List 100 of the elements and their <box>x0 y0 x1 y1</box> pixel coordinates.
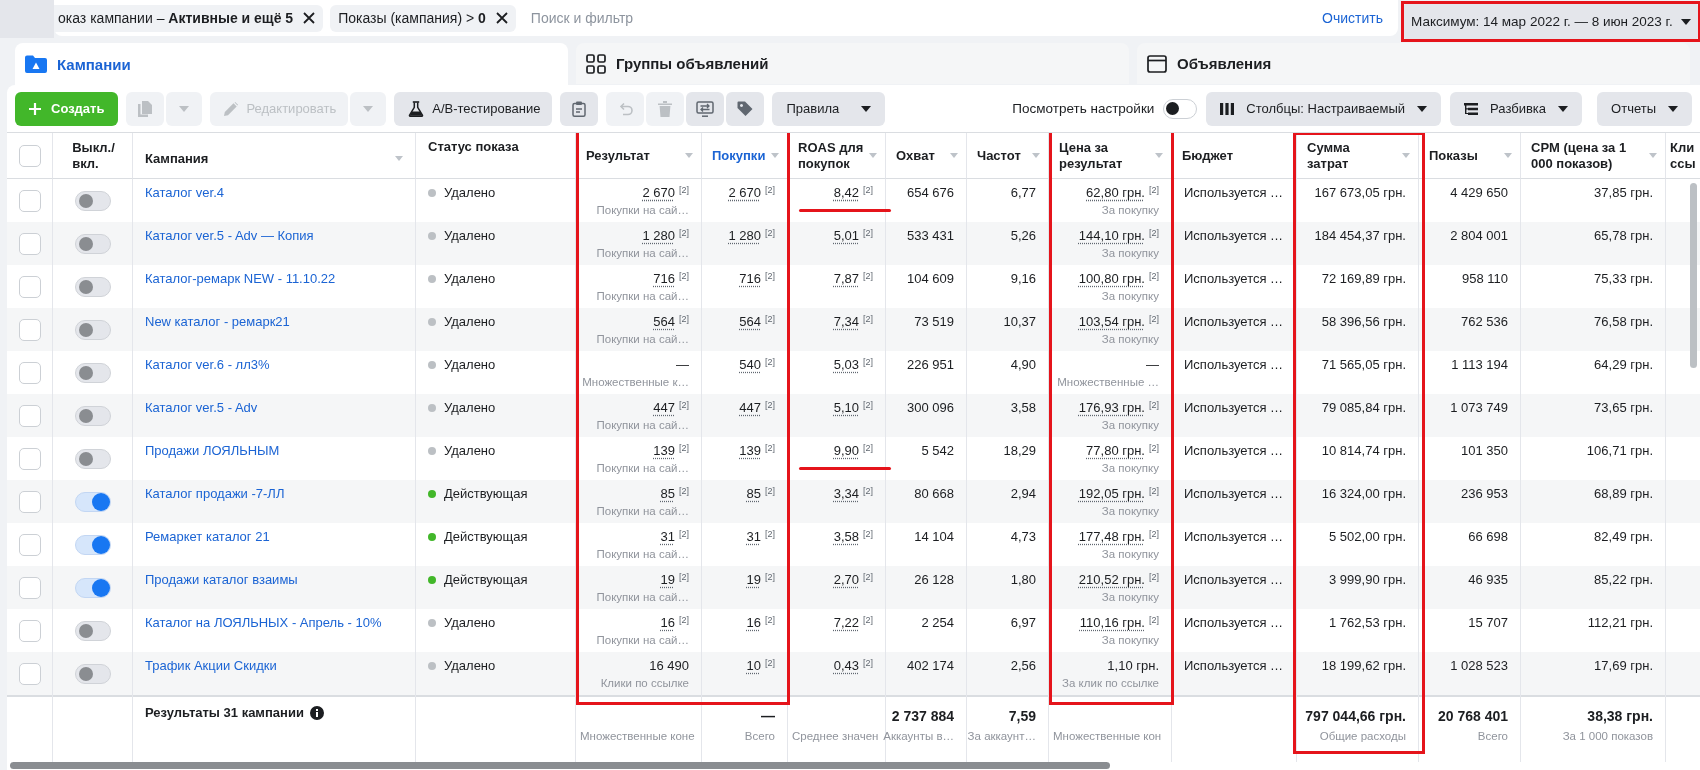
window-icon <box>1147 54 1167 73</box>
total-caption: Множественные кон <box>1053 729 1162 744</box>
status-text: Удалено <box>444 185 496 201</box>
metric-value: 716$^{[2]}$ <box>653 271 689 287</box>
metric-caption: За покупку <box>1101 633 1159 648</box>
column-header[interactable]: CPM (цена за 1 000 показов) <box>1531 139 1627 172</box>
column-header[interactable]: Частот <box>977 147 1021 164</box>
toggle-switch[interactable] <box>74 276 111 297</box>
metric-value: 68,89 грн. <box>1594 486 1653 502</box>
vertical-scrollbar[interactable] <box>1690 183 1697 368</box>
metric-value: 716$^{[2]}$ <box>739 271 775 287</box>
columns-button[interactable]: Столбцы: Настраиваемый <box>1206 91 1442 126</box>
campaign-link[interactable]: Каталог-ремарк NEW - 11.10.22 <box>145 271 336 286</box>
campaign-link[interactable]: Продажи каталог взаимы <box>145 572 298 587</box>
tab[interactable]: Группы объявлений <box>576 43 1129 84</box>
status-text: Удалено <box>444 443 496 459</box>
tab[interactable]: Объявления <box>1137 43 1690 84</box>
column-header[interactable]: ROAS для покупок <box>798 139 864 172</box>
campaign-link[interactable]: Трафик Акции Скидки <box>145 658 277 673</box>
status-text: Удалено <box>444 658 496 674</box>
campaign-link[interactable]: Каталог на ЛОЯЛЬНЫХ - Апрель - 10% <box>145 615 382 630</box>
budget-text: Используется … <box>1184 314 1284 330</box>
metric-value: 533 431 <box>907 228 954 244</box>
metric-value: 9,16 <box>1010 271 1036 287</box>
metric-value: 10,37 <box>1003 314 1036 330</box>
tag-button[interactable] <box>726 91 765 126</box>
budget-text: Используется … <box>1184 357 1284 373</box>
metric-value: 112,21 грн. <box>1587 615 1653 631</box>
column-header[interactable]: Охват <box>896 147 935 164</box>
breakdown-button[interactable]: Разбивка <box>1450 91 1583 126</box>
column-header[interactable]: Цена за результат <box>1059 139 1123 172</box>
metric-value: 2 254 <box>921 615 954 631</box>
metric-value: 5 542 <box>921 443 954 459</box>
metric-value: 72 169,89 грн. <box>1321 271 1406 287</box>
toggle-switch[interactable] <box>74 534 111 555</box>
campaign-link[interactable]: Каталог ver.4 <box>145 185 225 200</box>
metric-value: 2,94 <box>1010 486 1036 502</box>
clear-link[interactable]: Очистить <box>1322 10 1383 26</box>
metric-value: 3,58 <box>1010 400 1036 416</box>
metric-value: 2 670$^{[2]}$ <box>728 185 775 201</box>
metric-value: 18 199,62 грн. <box>1321 658 1406 674</box>
metric-value: 85$^{[2]}$ <box>746 486 775 502</box>
metric-value: 8,42$^{[2]}$ <box>833 185 873 201</box>
metric-caption: Покупки на сай… <box>596 547 689 562</box>
metric-caption: Покупки на сай… <box>596 332 689 347</box>
metric-value: 16 490 <box>649 658 689 674</box>
filter-chip[interactable]: оказ кампании – Активные и ещё 5 <box>54 4 324 32</box>
metric-value: 139$^{[2]}$ <box>739 443 775 459</box>
campaign-link[interactable]: Каталог ver.5 - Adv <box>145 400 258 415</box>
checkbox[interactable] <box>18 447 41 470</box>
metric-value: 447$^{[2]}$ <box>739 400 775 416</box>
metric-value: 1 280$^{[2]}$ <box>642 228 689 244</box>
toggle-switch[interactable] <box>1163 98 1198 119</box>
metric-value: 5,03$^{[2]}$ <box>833 357 873 373</box>
horizontal-scrollbar[interactable] <box>10 762 1110 769</box>
column-header[interactable]: Показы <box>1429 147 1478 164</box>
campaign-link[interactable]: New каталог - ремарк21 <box>145 314 290 329</box>
checkbox[interactable] <box>18 619 41 642</box>
column-header[interactable]: Покупки <box>712 147 766 164</box>
total-caption: Всего <box>744 729 775 744</box>
metric-value: 82,49 грн. <box>1594 529 1653 545</box>
campaign-link[interactable]: Продажи ЛОЯЛЬНЫМ <box>145 443 280 458</box>
column-header[interactable]: Кампания <box>145 150 209 167</box>
metric-caption: За покупку <box>1101 590 1159 605</box>
toggle-switch[interactable] <box>74 362 111 383</box>
campaign-link[interactable]: Каталог ver.5 - Adv — Копия <box>145 228 314 243</box>
reports-button[interactable]: Отчеты <box>1597 91 1692 126</box>
metric-value: 19$^{[2]}$ <box>746 572 775 588</box>
metric-value: 64,29 грн. <box>1594 357 1653 373</box>
share-button[interactable] <box>686 91 725 126</box>
campaign-link[interactable]: Ремаркет каталог 21 <box>145 529 270 544</box>
rules-button[interactable]: Правила <box>772 91 886 126</box>
toggle-switch[interactable] <box>74 448 111 469</box>
toggle-switch[interactable] <box>74 190 111 211</box>
checkbox[interactable] <box>18 361 41 384</box>
campaign-link[interactable]: Каталог продажи -7-ЛЛ <box>145 486 285 501</box>
close-icon[interactable] <box>495 12 508 24</box>
column-header[interactable]: Результат <box>586 147 650 164</box>
tab[interactable]: Кампании <box>15 43 568 85</box>
ab-test-button[interactable]: A/B-тестирование <box>394 91 553 126</box>
status-text: Действующая <box>444 486 528 502</box>
clipboard-button[interactable] <box>560 91 599 126</box>
metric-value: 3,58$^{[2]}$ <box>833 529 873 545</box>
toggle-switch[interactable] <box>74 620 111 641</box>
checkbox[interactable] <box>18 144 41 167</box>
column-header[interactable]: Сумма затрат <box>1307 139 1350 172</box>
filter-chip[interactable]: Показы (кампания) > 0 <box>330 4 516 32</box>
status-text: Действующая <box>444 529 528 545</box>
campaign-link[interactable]: Каталог ver.6 - лл3% <box>145 357 270 372</box>
metric-value: 15 707 <box>1468 615 1508 631</box>
search-field[interactable]: Поиск и фильтр <box>530 6 1316 30</box>
status-text: Удалено <box>444 400 496 416</box>
checkbox[interactable] <box>18 275 41 298</box>
metric-value: 210,52 грн.$^{[2]}$ <box>1078 572 1159 588</box>
metric-caption: Множественные к… <box>582 375 689 390</box>
search-bar[interactable]: оказ кампании – Активные и ещё 5 Показы (кампания) > 0 Поиск и фильтр Очистить <box>54 0 1398 36</box>
checkbox[interactable] <box>18 189 41 212</box>
metric-value: 31$^{[2]}$ <box>746 529 775 545</box>
close-icon[interactable] <box>303 12 316 24</box>
checkbox[interactable] <box>18 533 41 556</box>
